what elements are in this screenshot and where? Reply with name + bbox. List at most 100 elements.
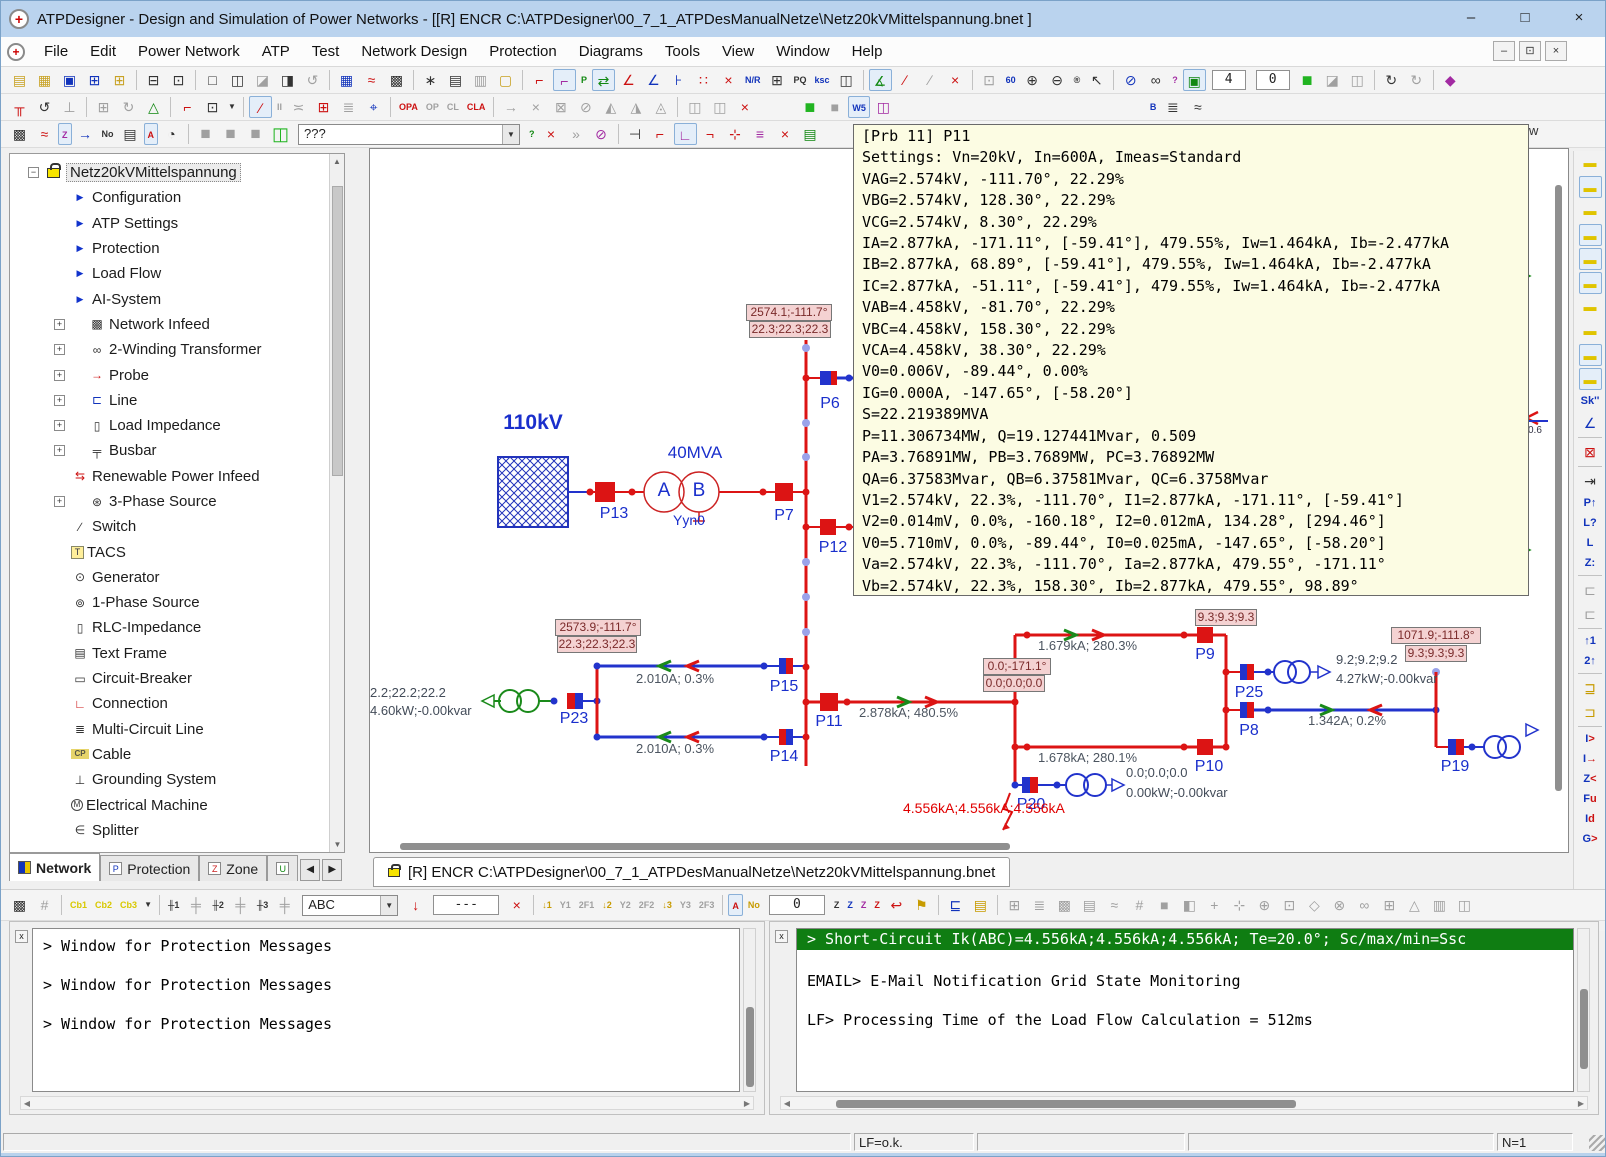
network-infeed-110kv[interactable] bbox=[498, 457, 591, 527]
probe-source-icon[interactable]: ▬ bbox=[1579, 272, 1602, 294]
z-grid-icon[interactable]: Z: bbox=[1582, 553, 1598, 573]
tree-item-grounding-system[interactable]: ⊥ Grounding System bbox=[10, 767, 329, 792]
tab-protection[interactable]: P Protection bbox=[100, 855, 199, 881]
bars-icon[interactable]: ⊒ bbox=[1579, 677, 1602, 699]
node-p12[interactable] bbox=[803, 519, 855, 535]
up1-icon[interactable]: ↑1 bbox=[1581, 631, 1599, 651]
pattern-icon[interactable]: ▩ bbox=[8, 123, 31, 145]
opa-icon[interactable]: OPA bbox=[396, 96, 421, 118]
mdi-close-button[interactable]: × bbox=[1545, 41, 1567, 61]
book-icon[interactable]: ◆ bbox=[1439, 69, 1462, 91]
draw-line-icon[interactable]: ∕ bbox=[249, 96, 272, 118]
help-run-icon[interactable]: ? bbox=[526, 123, 538, 145]
toolbar-icon[interactable]: ▩ bbox=[1053, 894, 1076, 916]
zoom-in-icon[interactable]: ⊕ bbox=[1021, 69, 1044, 91]
tree-item-3-phase-source[interactable]: + ⊛ 3-Phase Source bbox=[10, 489, 329, 514]
menu-item[interactable]: File bbox=[33, 38, 79, 66]
paste-icon[interactable]: ◪ bbox=[251, 69, 274, 91]
toolbar-icon[interactable]: ⊹ bbox=[1228, 894, 1251, 916]
green-indicator[interactable]: ■ bbox=[1296, 69, 1319, 91]
tree-item-configuration[interactable]: ▶ Configuration bbox=[10, 185, 329, 210]
document-tab[interactable]: [R] ENCR C:\ATPDesigner\00_7_1_ATPDesMan… bbox=[373, 857, 1010, 887]
toolbar-icon[interactable]: ≈ bbox=[1103, 894, 1126, 916]
slash-doc-icon[interactable]: ⊘ bbox=[590, 123, 613, 145]
measure-icon[interactable]: ∡ bbox=[869, 69, 892, 91]
state-green-icon[interactable]: ■ bbox=[798, 96, 821, 118]
target-icon[interactable]: ⌖ bbox=[362, 96, 385, 118]
scroll-up-icon[interactable]: ▲ bbox=[330, 154, 344, 169]
tabs-scroll-right[interactable]: ▶ bbox=[322, 859, 342, 881]
toolbar-icon[interactable]: ⊡ bbox=[1278, 894, 1301, 916]
f1-icon[interactable]: 2F1 bbox=[576, 894, 598, 916]
toolbar-icon[interactable]: ⊗ bbox=[1328, 894, 1351, 916]
mode-field[interactable]: --- bbox=[433, 895, 499, 915]
tree-item-rlc-impedance[interactable]: ▯ RLC-Impedance bbox=[10, 615, 329, 640]
select-icon[interactable]: ↖ bbox=[1085, 69, 1108, 91]
tree-item-connection[interactable]: ∟ Connection bbox=[10, 691, 329, 716]
clone-icon[interactable]: ◫ bbox=[872, 96, 895, 118]
paste2-disabled-icon[interactable]: ◫ bbox=[1346, 69, 1369, 91]
menu-item[interactable]: Window bbox=[765, 38, 840, 66]
probe-power-icon[interactable]: ▬ bbox=[1579, 200, 1602, 222]
spacing-icon[interactable]: ≍ bbox=[287, 96, 310, 118]
move2-icon[interactable]: ↻ bbox=[117, 96, 140, 118]
flag-icon[interactable]: → bbox=[499, 96, 522, 118]
menu-item[interactable]: View bbox=[711, 38, 765, 66]
mirror-icon[interactable]: ⊘ bbox=[1119, 69, 1142, 91]
menu-item[interactable]: Edit bbox=[79, 38, 127, 66]
rotate2-icon[interactable]: ◬ bbox=[649, 96, 672, 118]
menu-item[interactable]: Power Network bbox=[127, 38, 251, 66]
scrollbar-thumb[interactable] bbox=[836, 1100, 1296, 1108]
binoculars-icon[interactable]: ∞ bbox=[1144, 69, 1167, 91]
curve2-icon[interactable]: ≈ bbox=[1186, 96, 1209, 118]
zoom-reset-icon[interactable]: ® bbox=[1071, 69, 1084, 91]
cla-icon[interactable]: CLA bbox=[464, 96, 489, 118]
move1-icon[interactable]: ⊞ bbox=[92, 96, 115, 118]
flag2-icon[interactable]: ⚑ bbox=[910, 894, 933, 916]
no-probe-icon[interactable]: ⊠ bbox=[1579, 441, 1602, 463]
ksc-icon[interactable]: ksc bbox=[812, 69, 833, 91]
overcurrent-icon[interactable]: I> bbox=[1582, 729, 1598, 749]
pin-icon[interactable]: ⊦ bbox=[667, 69, 690, 91]
find-icon[interactable]: ? bbox=[1169, 69, 1181, 91]
toolbar-icon[interactable]: ▤ bbox=[1078, 894, 1101, 916]
flip-h-icon[interactable]: ◭ bbox=[599, 96, 622, 118]
print-preview-icon[interactable]: ⊡ bbox=[167, 69, 190, 91]
cb3-icon[interactable]: Cb3 bbox=[117, 894, 140, 916]
swatch1[interactable]: ■ bbox=[194, 123, 217, 145]
tree-item-load-impedance[interactable]: + ▯ Load Impedance bbox=[10, 413, 329, 438]
menu-item[interactable]: Test bbox=[301, 38, 351, 66]
canvas-vscrollbar[interactable] bbox=[1555, 185, 1562, 791]
z-icon[interactable]: Z bbox=[58, 123, 72, 145]
load-p20[interactable] bbox=[1012, 774, 1125, 796]
tree-item-load-flow[interactable]: ▶ Load Flow bbox=[10, 261, 329, 286]
line-add-icon[interactable]: ∕ bbox=[894, 69, 917, 91]
swatch3[interactable]: ■ bbox=[244, 123, 267, 145]
state-gray-icon[interactable]: ■ bbox=[823, 96, 846, 118]
f2-icon[interactable]: 2F2 bbox=[636, 894, 658, 916]
chart5-icon[interactable]: ∟ bbox=[674, 123, 697, 145]
save-icon[interactable]: ▣ bbox=[58, 69, 81, 91]
toolbar-icon[interactable]: ■ bbox=[1153, 894, 1176, 916]
toolbar-icon[interactable]: ◇ bbox=[1303, 894, 1326, 916]
b-up-icon[interactable]: B bbox=[1147, 96, 1160, 118]
pattern2-icon[interactable]: ▩ bbox=[8, 894, 31, 916]
probe-box-icon[interactable]: ▬ bbox=[1579, 296, 1602, 318]
line-delete-icon[interactable]: × bbox=[944, 69, 967, 91]
splitter-tool-icon[interactable]: ⇥ bbox=[1579, 470, 1602, 492]
maximize-button[interactable]: □ bbox=[1507, 6, 1543, 30]
menu-item[interactable]: Network Design bbox=[350, 38, 478, 66]
chart-load-icon[interactable]: ⌐ bbox=[528, 69, 551, 91]
z-test-icon[interactable]: Z bbox=[871, 894, 883, 916]
probe-current-icon[interactable]: ▬ bbox=[1579, 176, 1602, 198]
node-mode-icon[interactable]: ▣ bbox=[1183, 69, 1206, 91]
chart-p-icon[interactable]: P bbox=[578, 69, 590, 91]
paste-special-icon[interactable]: ◨ bbox=[276, 69, 299, 91]
menu-item[interactable]: Diagrams bbox=[568, 38, 654, 66]
probe-voltage-icon[interactable]: ▬ bbox=[1579, 152, 1602, 174]
expand-box[interactable]: + bbox=[54, 496, 65, 507]
chart-active-icon[interactable]: ⌐ bbox=[553, 69, 576, 91]
delete-icon[interactable]: × bbox=[733, 96, 756, 118]
menu-item[interactable]: ATP bbox=[251, 38, 301, 66]
load-p25[interactable] bbox=[1226, 661, 1330, 683]
